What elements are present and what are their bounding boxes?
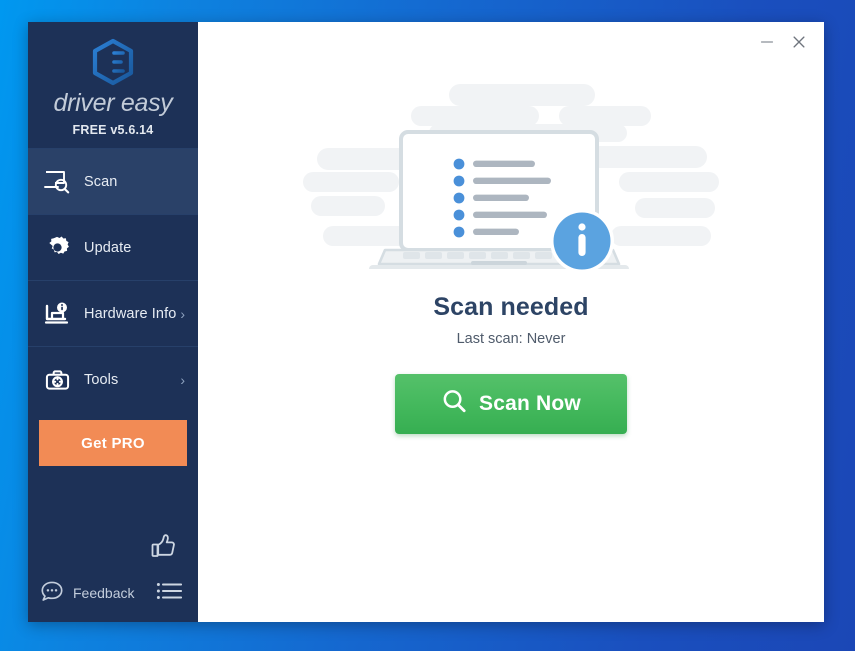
chevron-right-icon: › bbox=[180, 371, 185, 388]
thumbs-up-icon[interactable] bbox=[150, 533, 176, 564]
sidebar-item-scan-label: Scan bbox=[84, 173, 118, 190]
main-panel: Scan needed Last scan: Never Scan Now bbox=[198, 22, 824, 622]
brand-name: driver easy bbox=[53, 89, 173, 117]
scan-now-button[interactable]: Scan Now bbox=[395, 374, 627, 434]
sidebar-item-scan[interactable]: Scan bbox=[28, 148, 198, 214]
laptop-driver-list-info-badge-illustration bbox=[301, 76, 721, 281]
desktop-background: driver easy FREE v5.6.14 Scan Update Har… bbox=[0, 0, 855, 651]
minimize-button[interactable] bbox=[752, 28, 782, 56]
scan-content: Scan needed Last scan: Never Scan Now bbox=[198, 62, 824, 622]
sidebar-item-hardware-info-label: Hardware Info bbox=[84, 305, 177, 322]
gear-icon bbox=[42, 233, 72, 263]
brand-header: driver easy FREE v5.6.14 bbox=[28, 22, 198, 148]
status-title: Scan needed bbox=[433, 293, 589, 321]
driver-easy-hexagon-logo-icon bbox=[90, 38, 136, 88]
scan-now-label: Scan Now bbox=[479, 392, 581, 415]
hardware-info-icon bbox=[42, 299, 72, 329]
get-pro-button[interactable]: Get PRO bbox=[39, 420, 187, 466]
close-button[interactable] bbox=[784, 28, 814, 56]
sidebar-nav: Scan Update Hardware Info › Tools › bbox=[28, 148, 198, 412]
magnifier-icon bbox=[441, 388, 468, 421]
sidebar-item-tools-label: Tools bbox=[84, 371, 119, 388]
speech-bubble-icon bbox=[40, 580, 64, 606]
feedback-button[interactable]: Feedback bbox=[40, 580, 134, 606]
sidebar-item-update-label: Update bbox=[84, 239, 132, 256]
sidebar-item-update[interactable]: Update bbox=[28, 214, 198, 280]
driver-easy-window: driver easy FREE v5.6.14 Scan Update Har… bbox=[28, 22, 824, 622]
titlebar bbox=[198, 22, 824, 62]
sidebar-item-tools[interactable]: Tools › bbox=[28, 346, 198, 412]
get-pro-container: Get PRO bbox=[28, 412, 198, 466]
last-scan-label: Last scan: Never bbox=[456, 331, 566, 347]
scan-monitor-magnifier-icon bbox=[42, 167, 72, 197]
thumbs-up-row bbox=[28, 524, 198, 564]
version-label: FREE v5.6.14 bbox=[72, 123, 154, 137]
sidebar-item-hardware-info[interactable]: Hardware Info › bbox=[28, 280, 198, 346]
list-menu-icon[interactable] bbox=[156, 581, 183, 606]
sidebar-footer: Feedback bbox=[28, 564, 198, 622]
sidebar: driver easy FREE v5.6.14 Scan Update Har… bbox=[28, 22, 198, 622]
chevron-right-icon: › bbox=[180, 305, 185, 322]
toolbox-icon bbox=[42, 365, 72, 395]
feedback-label: Feedback bbox=[73, 585, 135, 601]
